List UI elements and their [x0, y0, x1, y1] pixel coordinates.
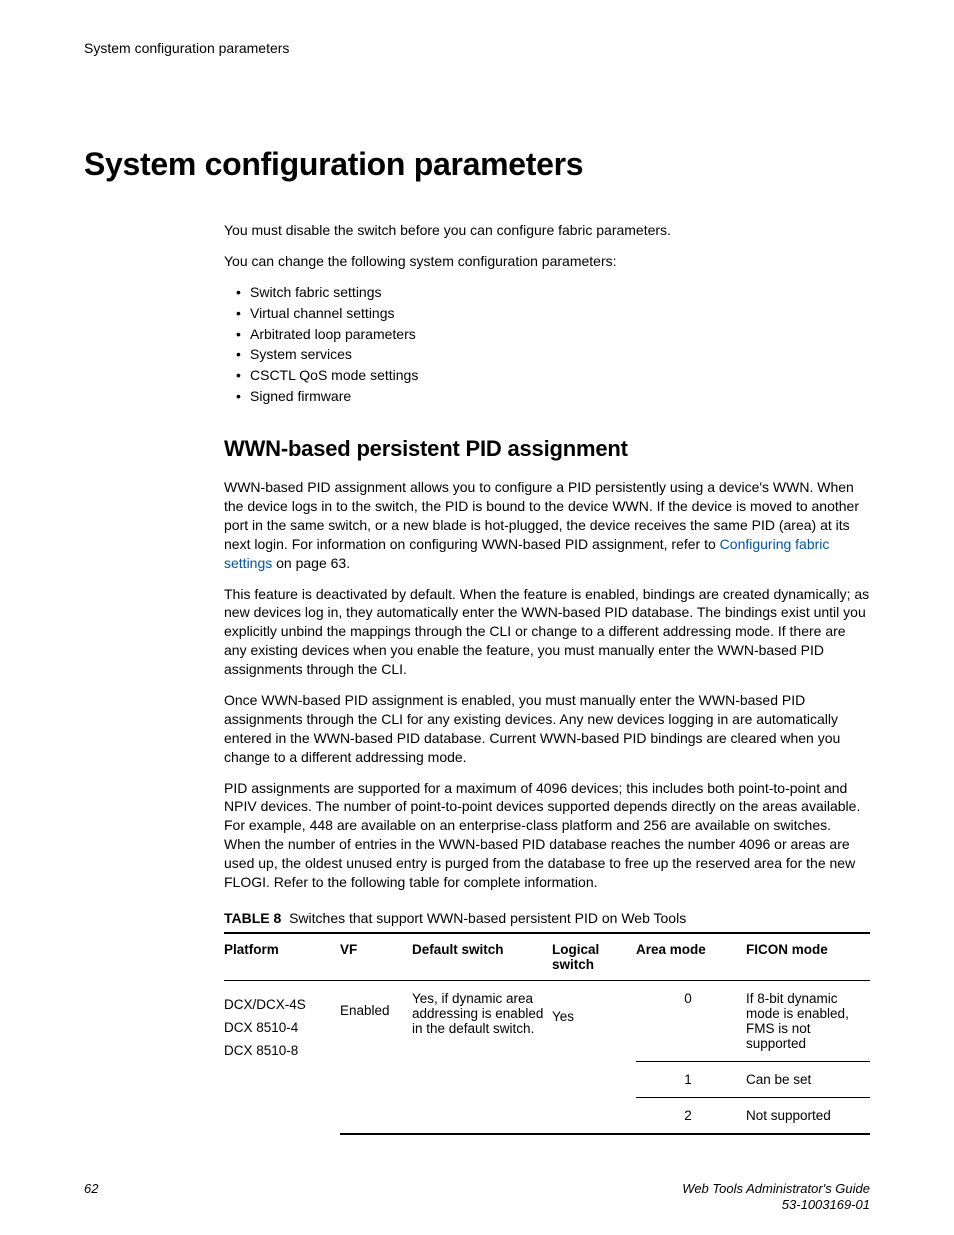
page-footer: 62 Web Tools Administrator's Guide 53-10…	[84, 1181, 870, 1214]
text: DCX 8510-8	[224, 1043, 334, 1058]
page-number: 62	[84, 1181, 98, 1196]
list-item: Signed firmware	[250, 387, 870, 406]
th-logical: Logical switch	[552, 933, 636, 981]
list-item: CSCTL QoS mode settings	[250, 366, 870, 385]
cell-logical: Yes	[552, 980, 636, 1134]
wwn-para-1: WWN-based PID assignment allows you to c…	[224, 478, 870, 572]
text: on page 63.	[272, 555, 350, 571]
wwn-para-4: PID assignments are supported for a maxi…	[224, 779, 870, 892]
th-default: Default switch	[412, 933, 552, 981]
text: DCX/DCX-4S	[224, 997, 334, 1012]
intro-list: Switch fabric settings Virtual channel s…	[224, 283, 870, 406]
cell-default: Yes, if dynamic area addressing is enabl…	[412, 980, 552, 1134]
list-item: Arbitrated loop parameters	[250, 325, 870, 344]
body-content: You must disable the switch before you c…	[224, 221, 870, 1135]
intro-para-2: You can change the following system conf…	[224, 252, 870, 271]
cell-area: 1	[636, 1061, 746, 1097]
wwn-para-3: Once WWN-based PID assignment is enabled…	[224, 691, 870, 767]
running-header: System configuration parameters	[84, 40, 870, 56]
cell-ficon: Not supported	[746, 1097, 870, 1134]
list-item: Switch fabric settings	[250, 283, 870, 302]
cell-ficon: If 8-bit dynamic mode is enabled, FMS is…	[746, 980, 870, 1061]
page: System configuration parameters System c…	[0, 0, 954, 1235]
table-row: DCX/DCX-4S DCX 8510-4 DCX 8510-8 Enabled…	[224, 980, 870, 1061]
wwn-para-2: This feature is deactivated by default. …	[224, 585, 870, 679]
cell-platform: DCX/DCX-4S DCX 8510-4 DCX 8510-8	[224, 980, 340, 1134]
table-label: TABLE 8	[224, 910, 281, 926]
page-title: System configuration parameters	[84, 146, 870, 183]
cell-ficon: Can be set	[746, 1061, 870, 1097]
th-platform: Platform	[224, 933, 340, 981]
text: DCX 8510-4	[224, 1020, 334, 1035]
section-heading: WWN-based persistent PID assignment	[224, 436, 870, 462]
doc-info: Web Tools Administrator's Guide 53-10031…	[682, 1181, 870, 1214]
table-caption: TABLE 8 Switches that support WWN-based …	[224, 910, 870, 926]
th-area: Area mode	[636, 933, 746, 981]
list-item: Virtual channel settings	[250, 304, 870, 323]
cell-area: 2	[636, 1097, 746, 1134]
doc-number: 53-1003169-01	[682, 1197, 870, 1213]
pid-support-table: Platform VF Default switch Logical switc…	[224, 932, 870, 1135]
cell-area: 0	[636, 980, 746, 1061]
cell-vf: Enabled	[340, 980, 412, 1134]
table-header-row: Platform VF Default switch Logical switc…	[224, 933, 870, 981]
th-ficon: FICON mode	[746, 933, 870, 981]
table-title: Switches that support WWN-based persiste…	[289, 910, 686, 926]
doc-title: Web Tools Administrator's Guide	[682, 1181, 870, 1197]
list-item: System services	[250, 345, 870, 364]
intro-para-1: You must disable the switch before you c…	[224, 221, 870, 240]
th-vf: VF	[340, 933, 412, 981]
